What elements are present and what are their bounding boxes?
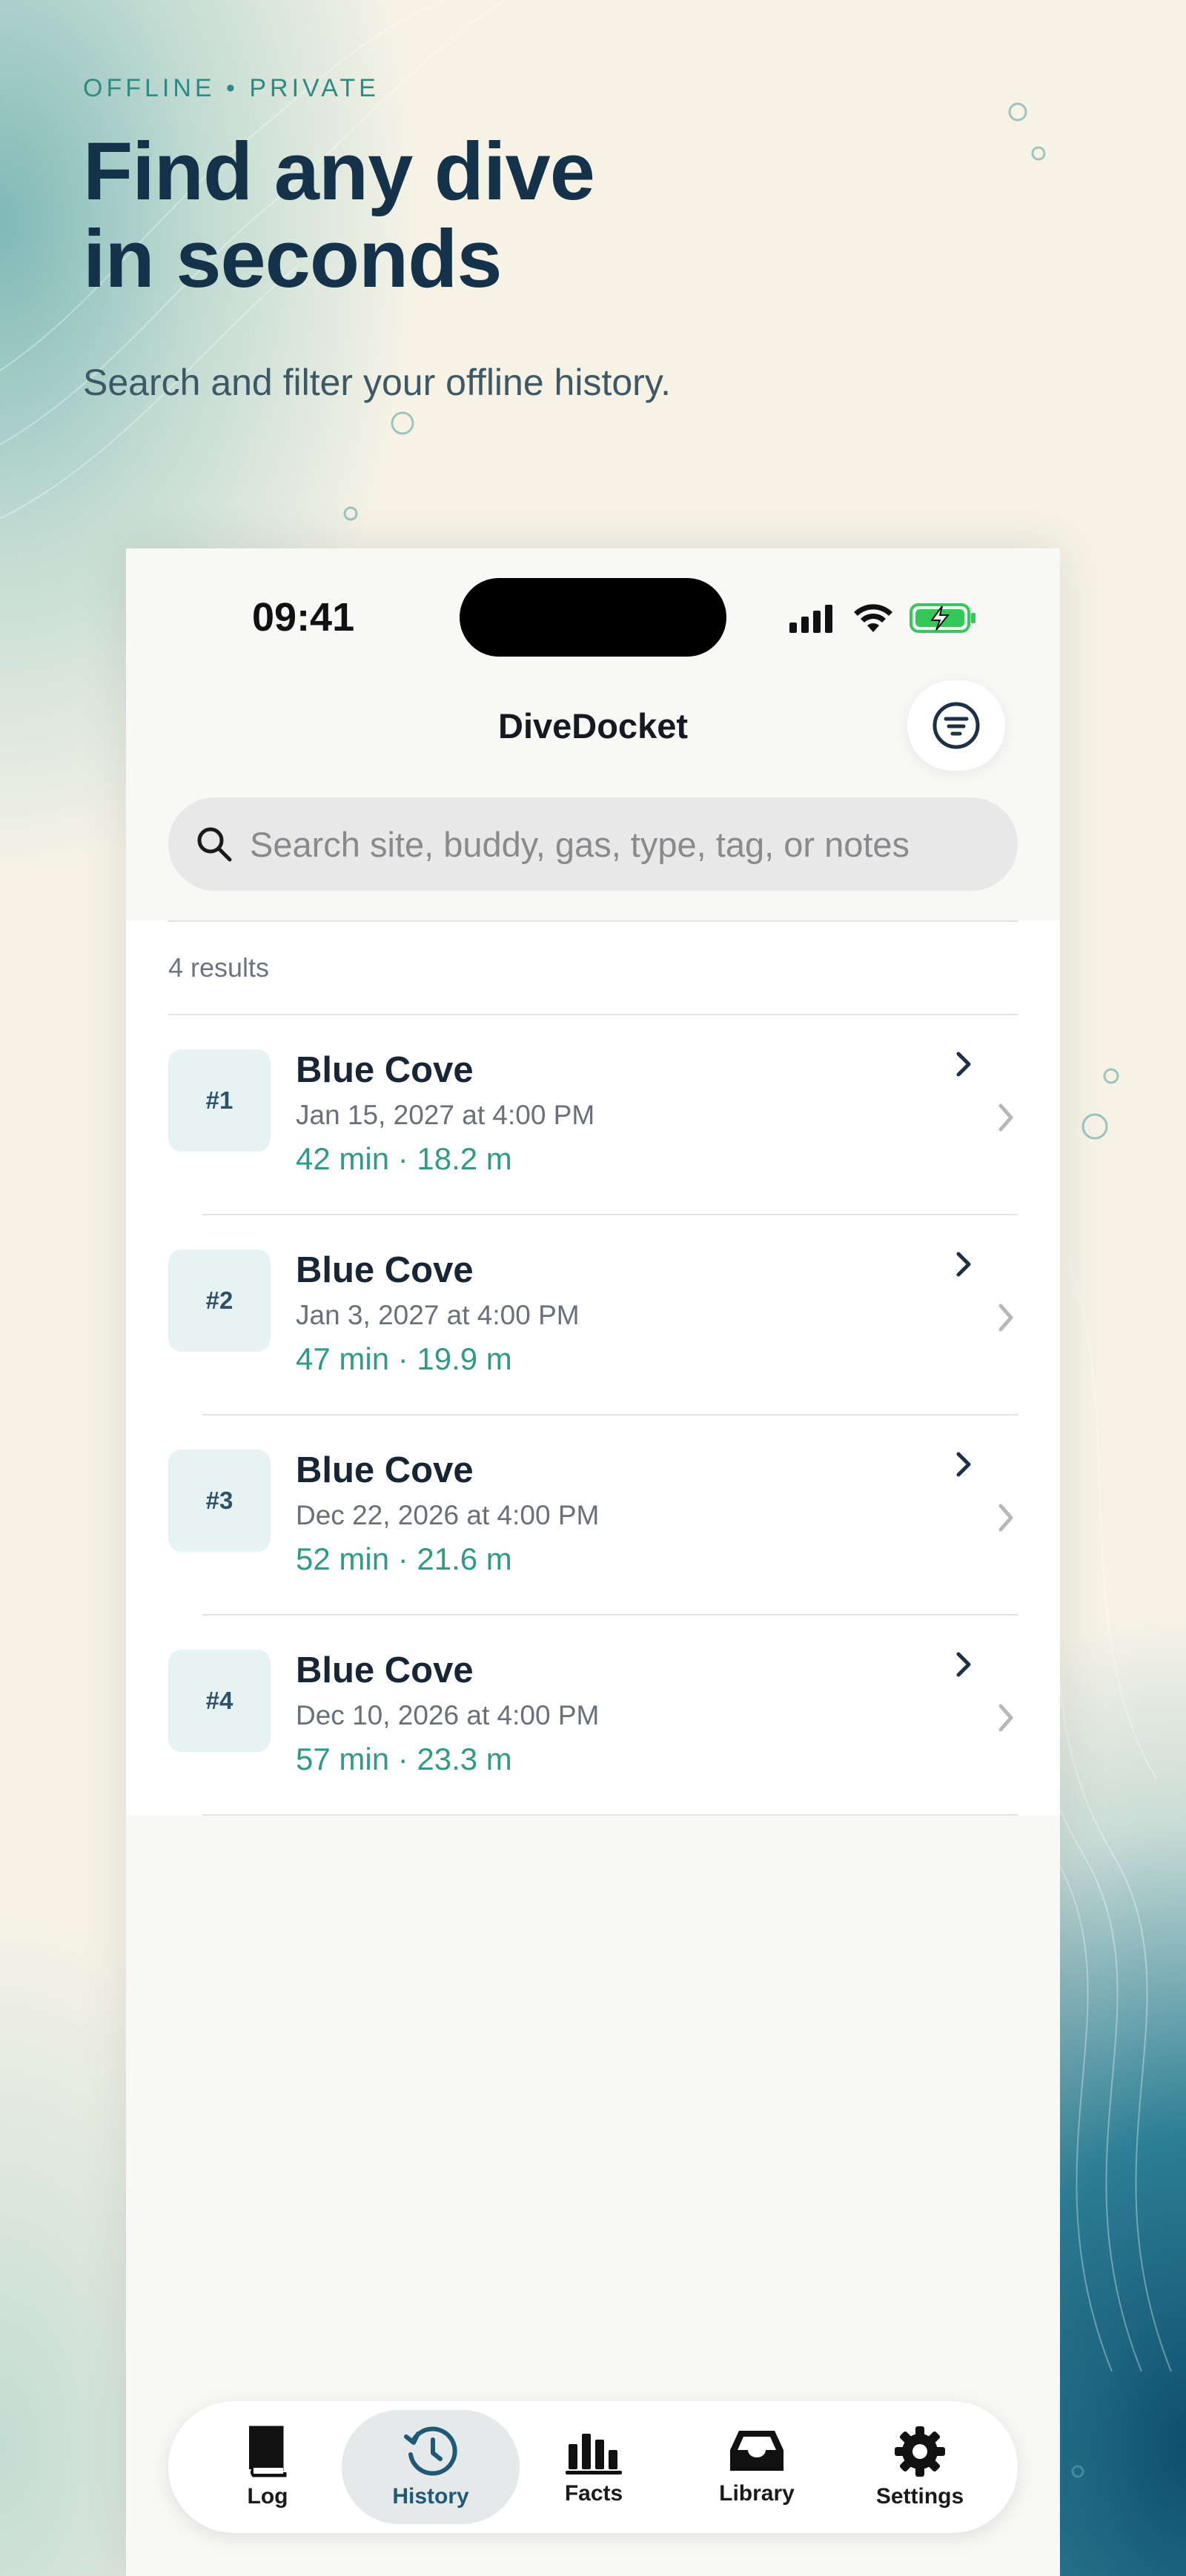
cellular-signal-icon [789,605,832,633]
eyebrow-tagline: OFFLINE • PRIVATE [83,74,380,102]
disclosure-chevron-icon [998,1704,1013,1732]
status-bar: 09:41 [126,548,1060,667]
hero-subhead: Search and filter your offline history. [83,362,671,403]
tab-label: Log [247,2484,288,2509]
dive-site: Blue Cove [296,1050,474,1090]
hero: OFFLINE • PRIVATE Find any dive in secon… [83,74,898,404]
dive-row[interactable]: #2 Blue Cove Jan 3, 2027 at 4:00 PM 47 m… [126,1215,1060,1415]
tab-label: History [392,2484,469,2509]
tab-library[interactable]: Library [668,2410,846,2524]
dive-stats: 52 min · 21.6 m [296,1541,512,1576]
tab-log[interactable]: Log [179,2410,357,2524]
disclosure-chevron-icon [998,1304,1013,1332]
dive-stats: 47 min · 19.9 m [296,1341,512,1376]
dive-row[interactable]: #1 Blue Cove Jan 15, 2027 at 4:00 PM 42 … [126,1015,1060,1215]
search-field[interactable]: Search site, buddy, gas, type, tag, or n… [168,797,1018,891]
dive-number-badge: #2 [168,1249,271,1352]
search-placeholder: Search site, buddy, gas, type, tag, or n… [250,824,910,864]
dive-stats: 42 min · 18.2 m [296,1141,512,1176]
inbox-tray-icon [730,2431,784,2471]
book-icon [249,2426,287,2477]
tab-settings[interactable]: Settings [831,2410,1009,2524]
dive-number-badge: #4 [168,1650,271,1752]
results-count: 4 results [168,920,1018,1015]
filter-icon [932,702,980,749]
tab-label: Library [719,2481,795,2506]
disclosure-chevron-icon [998,1504,1013,1532]
dive-site: Blue Cove [296,1650,474,1690]
dive-number-badge: #1 [168,1049,271,1152]
tab-history[interactable]: History [342,2410,520,2524]
tab-facts[interactable]: Facts [505,2410,683,2524]
dive-date: Jan 15, 2027 at 4:00 PM [296,1100,595,1130]
wifi-icon [854,604,892,632]
dive-date: Dec 10, 2026 at 4:00 PM [296,1700,600,1730]
phone-screen: 09:41 DiveDocket Search site, buddy, gas… [126,548,1060,2576]
gear-icon [895,2426,945,2477]
tab-label: Settings [875,2484,964,2509]
dynamic-island [460,578,726,657]
disclosure-chevron-icon [998,1103,1013,1132]
dive-date: Jan 3, 2027 at 4:00 PM [296,1300,580,1330]
search-icon [197,827,232,862]
dive-row[interactable]: #3 Blue Cove Dec 22, 2026 at 4:00 PM 52 … [126,1415,1060,1616]
dive-row[interactable]: #4 Blue Cove Dec 10, 2026 at 4:00 PM 57 … [126,1616,1060,1816]
tab-label: Facts [564,2481,623,2506]
dive-site: Blue Cove [296,1250,474,1290]
status-time: 09:41 [252,595,355,640]
history-clock-icon [404,2426,457,2476]
chevron-right-icon [956,1452,971,1477]
dive-date: Dec 22, 2026 at 4:00 PM [296,1500,600,1530]
bar-chart-icon [566,2434,622,2474]
chevron-right-icon [956,1052,971,1077]
tab-bar: Log History Facts Library Settings [168,2401,1018,2533]
dive-number-badge: #3 [168,1450,271,1552]
dive-site: Blue Cove [296,1450,474,1490]
status-icons [789,602,978,634]
dive-stats: 57 min · 23.3 m [296,1742,512,1776]
chevron-right-icon [956,1652,971,1677]
row-divider [202,1814,1018,1816]
battery-charging-icon [910,603,975,633]
nav-bar: DiveDocket [126,680,1060,771]
chevron-right-icon [956,1252,971,1277]
filter-button[interactable] [907,680,1005,771]
hero-headline: Find any dive in seconds [83,126,595,305]
results-list: 4 results #1 Blue Cove Jan 15, 2027 at 4… [126,920,1060,1816]
